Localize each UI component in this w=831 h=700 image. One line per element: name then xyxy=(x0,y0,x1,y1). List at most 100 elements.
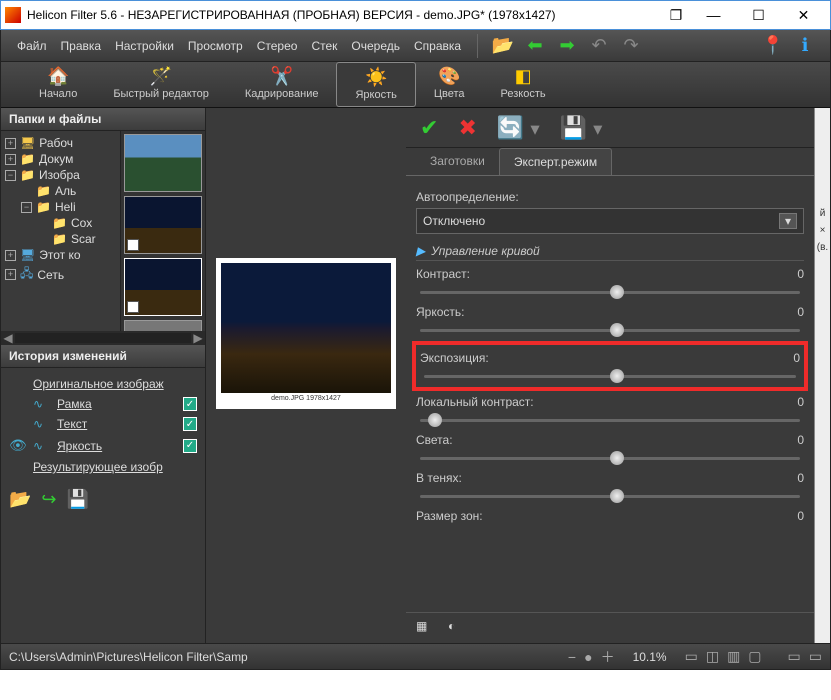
save-icon[interactable]: 💾 ▾ xyxy=(560,115,603,141)
thumbnail-checkbox[interactable] xyxy=(127,239,139,251)
scroll-left-icon[interactable]: ◀ xyxy=(1,331,15,345)
expand-icon[interactable]: + xyxy=(5,138,16,149)
tab-brightness[interactable]: ☀️Яркость xyxy=(336,62,415,107)
pin-icon[interactable]: 📍 xyxy=(762,35,784,57)
menu-stack[interactable]: Стек xyxy=(305,35,343,57)
tree-heli[interactable]: Heli xyxy=(55,200,76,214)
chevron-down-icon[interactable]: ▾ xyxy=(779,213,797,229)
window-copy-icon[interactable]: ❐ xyxy=(661,1,691,29)
menu-edit[interactable]: Правка xyxy=(55,35,108,57)
slider-knob[interactable] xyxy=(610,285,624,299)
exposure-slider[interactable] xyxy=(420,367,800,385)
tree-cox[interactable]: Cox xyxy=(71,216,92,230)
layout-split-icon[interactable]: ◫ xyxy=(706,648,719,665)
slider-knob[interactable] xyxy=(610,369,624,383)
tab-quick-editor[interactable]: 🪄Быстрый редактор xyxy=(95,62,227,107)
curve-section-header[interactable]: ▶Управление кривой xyxy=(416,244,804,261)
zoom-out-icon[interactable]: − xyxy=(568,649,576,665)
folders-scrollbar[interactable]: ◀▶ xyxy=(1,331,205,345)
highlights-slider[interactable] xyxy=(416,449,804,467)
tree-thispc[interactable]: Этот ко xyxy=(39,248,80,262)
menu-file[interactable]: Файл xyxy=(11,35,53,57)
open-folder-icon[interactable]: 📂 xyxy=(492,35,514,57)
thumbnail-strip[interactable] xyxy=(120,131,205,331)
thumbnail[interactable] xyxy=(124,320,202,331)
zoom-in-icon[interactable]: ＋ xyxy=(601,647,615,667)
history-checkbox[interactable]: ✓ xyxy=(183,439,197,453)
minimize-button[interactable]: — xyxy=(691,1,736,29)
close-button[interactable]: ✕ xyxy=(781,1,826,29)
slider-knob[interactable] xyxy=(428,413,442,427)
history-brightness[interactable]: Яркость xyxy=(57,439,175,453)
menu-stereo[interactable]: Стерео xyxy=(251,35,304,57)
reset-icon[interactable]: 🔄 ▾ xyxy=(497,115,540,141)
slider-knob[interactable] xyxy=(610,489,624,503)
thumbnail-selected[interactable] xyxy=(124,258,202,316)
tree-scar[interactable]: Scar xyxy=(71,232,96,246)
collapse-icon[interactable]: − xyxy=(5,170,16,181)
tab-expert-mode[interactable]: Эксперт.режим xyxy=(499,148,612,175)
collapse-icon[interactable]: − xyxy=(21,202,32,213)
expand-icon[interactable]: + xyxy=(5,154,16,165)
layout-grid-icon[interactable]: ▥ xyxy=(727,648,740,665)
tab-sharpness[interactable]: ◧Резкость xyxy=(483,62,564,107)
slider-knob[interactable] xyxy=(610,323,624,337)
folder-tree[interactable]: +🖥Рабоч +📁Докум −📁Изобра 📁Аль −📁Heli 📁Co… xyxy=(1,131,120,331)
thumbnail-checkbox[interactable] xyxy=(127,301,139,313)
tab-crop[interactable]: ✂️Кадрирование xyxy=(227,62,337,107)
localcontrast-label: Локальный контраст: xyxy=(416,395,534,409)
layout-full-icon[interactable]: ▢ xyxy=(748,648,761,665)
right-bottom-icons: ▦ ◐ xyxy=(406,612,814,643)
checker-icon[interactable]: ▦ xyxy=(416,619,434,637)
undo-icon[interactable]: ↶ xyxy=(588,35,610,57)
tree-desktop[interactable]: Рабоч xyxy=(39,136,73,150)
localcontrast-slider[interactable] xyxy=(416,411,804,429)
tree-pictures[interactable]: Изобра xyxy=(39,168,80,182)
tree-albums[interactable]: Аль xyxy=(55,184,76,198)
contrast-slider[interactable] xyxy=(416,283,804,301)
thumbnail[interactable] xyxy=(124,134,202,192)
expand-icon[interactable]: + xyxy=(5,269,16,280)
thumbnail[interactable] xyxy=(124,196,202,254)
history-folder-icon[interactable]: 📂 xyxy=(9,489,31,510)
history-save-icon[interactable]: 💾 xyxy=(67,489,89,510)
shadows-slider[interactable] xyxy=(416,487,804,505)
history-frame[interactable]: Рамка xyxy=(57,397,175,411)
image-preview[interactable]: demo.JPG 1978x1427 xyxy=(216,258,396,409)
zoom-dot-icon[interactable]: ● xyxy=(584,649,592,665)
tab-start[interactable]: 🏠Начало xyxy=(21,62,95,107)
cancel-icon[interactable]: ✖ xyxy=(458,115,476,141)
history-original[interactable]: Оригинальное изображ xyxy=(33,377,197,391)
apply-icon[interactable]: ✔ xyxy=(420,115,438,141)
eye-icon[interactable]: 👁 xyxy=(9,437,25,454)
tab-presets[interactable]: Заготовки xyxy=(416,148,499,175)
maximize-button[interactable]: ☐ xyxy=(736,1,781,29)
preview-area[interactable]: demo.JPG 1978x1427 xyxy=(206,108,406,643)
expand-icon[interactable]: + xyxy=(5,250,16,261)
menu-settings[interactable]: Настройки xyxy=(109,35,180,57)
autodetect-combo[interactable]: Отключено ▾ xyxy=(416,208,804,234)
layout-single-icon[interactable]: ▭ xyxy=(685,648,698,665)
scroll-track[interactable] xyxy=(15,333,191,343)
history-apply-icon[interactable]: ↪ xyxy=(41,489,56,510)
halfcircle-icon[interactable]: ◐ xyxy=(448,619,466,637)
history-text[interactable]: Текст xyxy=(57,417,175,431)
history-checkbox[interactable]: ✓ xyxy=(183,417,197,431)
nav-back-icon[interactable]: ⬅ xyxy=(524,35,546,57)
menu-view[interactable]: Просмотр xyxy=(182,35,249,57)
status-extra-icon[interactable]: ▭ xyxy=(809,648,822,665)
nav-forward-icon[interactable]: ➡ xyxy=(556,35,578,57)
history-checkbox[interactable]: ✓ xyxy=(183,397,197,411)
tree-network[interactable]: Сеть xyxy=(37,268,64,282)
brightness-slider[interactable] xyxy=(416,321,804,339)
scroll-right-icon[interactable]: ▶ xyxy=(191,331,205,345)
slider-knob[interactable] xyxy=(610,451,624,465)
menu-queue[interactable]: Очередь xyxy=(345,35,406,57)
tree-documents[interactable]: Докум xyxy=(39,152,73,166)
status-extra-icon[interactable]: ▭ xyxy=(788,648,801,665)
redo-icon[interactable]: ↷ xyxy=(620,35,642,57)
history-result[interactable]: Результирующее изобр xyxy=(33,460,197,474)
menu-help[interactable]: Справка xyxy=(408,35,467,57)
tab-colors[interactable]: 🎨Цвета xyxy=(416,62,483,107)
info-icon[interactable]: ℹ xyxy=(794,35,816,57)
